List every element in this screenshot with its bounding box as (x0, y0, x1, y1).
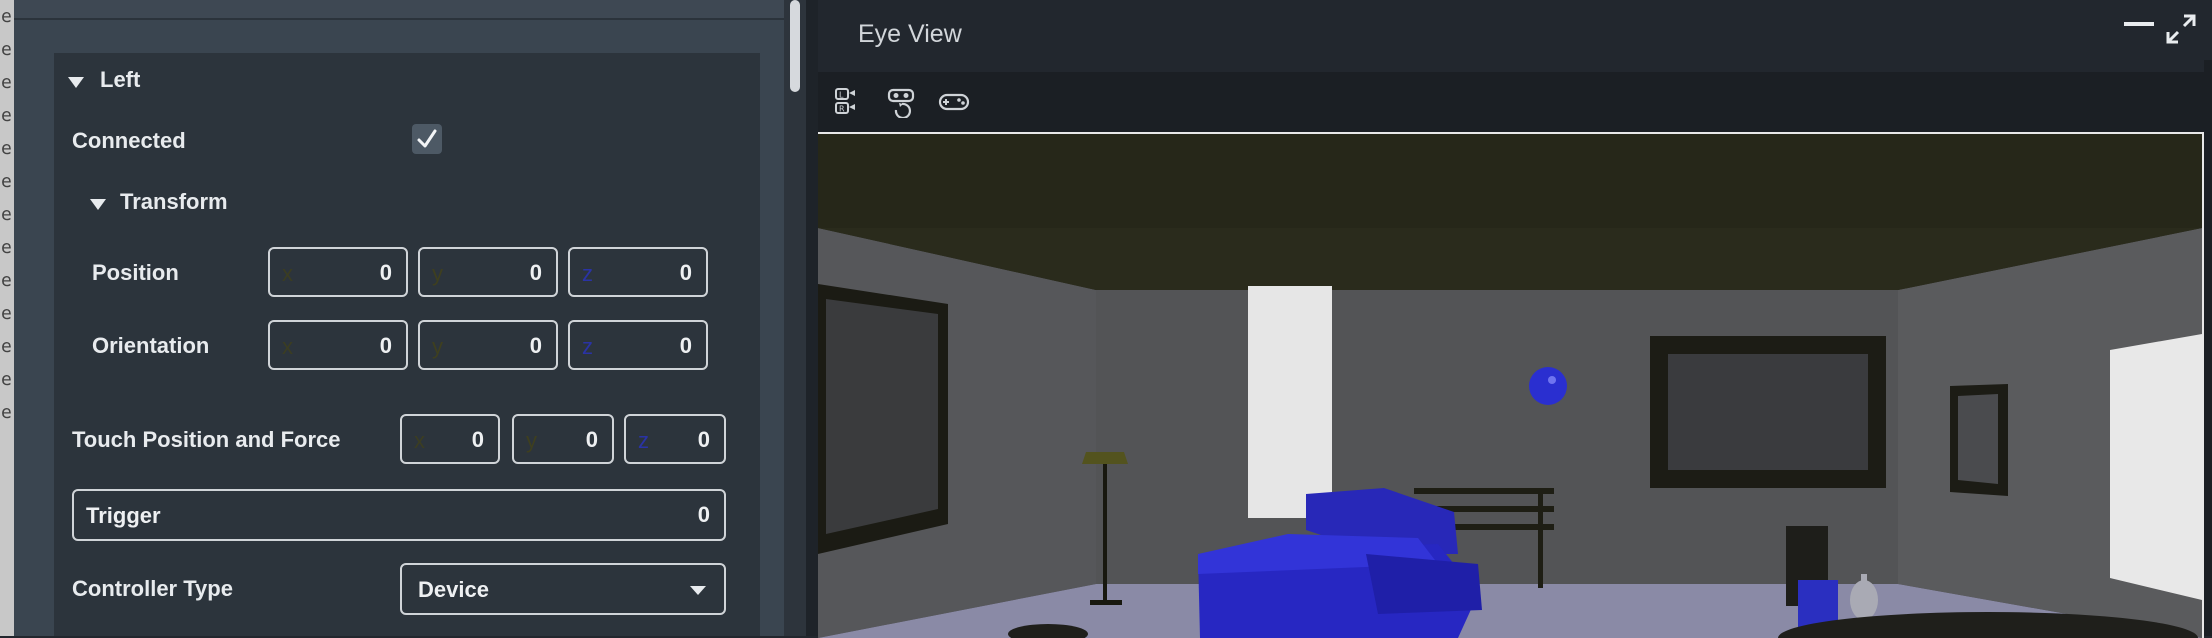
svg-text:R: R (839, 105, 845, 114)
gutter-char: e (1, 336, 12, 357)
scene-render (818, 134, 2202, 638)
orientation-label: Orientation (92, 333, 210, 358)
orientation-z-field[interactable]: z 0 (568, 320, 708, 370)
position-z-field[interactable]: z 0 (568, 247, 708, 297)
eye-view-viewport[interactable] (818, 132, 2204, 638)
inspector-scrollbar[interactable] (784, 0, 806, 636)
orientation-x-value: 0 (379, 333, 392, 358)
controller-type-select[interactable]: Device (400, 563, 726, 615)
gutter-char: e (1, 171, 12, 192)
svg-text:L: L (839, 91, 844, 100)
left-right-camera-icon[interactable]: L R (832, 86, 864, 118)
axis-y-label: y (526, 428, 537, 453)
axis-z-label: z (638, 428, 649, 453)
trigger-label: Trigger (86, 503, 161, 528)
controller-section: Left Connected Transform Position x 0 y … (54, 53, 760, 636)
axis-y-label: y (432, 334, 443, 359)
gutter-char: e (1, 303, 12, 324)
touch-z-field[interactable]: z 0 (624, 414, 726, 464)
gamepad-icon[interactable] (938, 86, 970, 118)
window-glass (1248, 286, 1332, 518)
orientation-z-value: 0 (679, 333, 692, 358)
eye-view-panel: Eye View L R (818, 0, 2212, 638)
expand-icon[interactable] (2166, 14, 2196, 44)
viewport-scrollbar[interactable] (2204, 60, 2212, 636)
transform-collapse-icon[interactable] (90, 199, 106, 210)
touch-z-value: 0 (697, 427, 710, 452)
position-x-field[interactable]: x 0 (268, 247, 408, 297)
section-title[interactable]: Left (100, 67, 140, 93)
minimize-icon[interactable] (2124, 22, 2154, 26)
touch-x-field[interactable]: x 0 (400, 414, 500, 464)
chevron-down-icon (690, 586, 706, 595)
position-y-value: 0 (529, 260, 542, 285)
position-x-value: 0 (379, 260, 392, 285)
axis-x-label: x (282, 261, 293, 286)
position-label: Position (92, 260, 179, 285)
gutter-char: e (1, 402, 12, 423)
position-y-field[interactable]: y 0 (418, 247, 558, 297)
eye-view-title: Eye View (858, 20, 962, 48)
inspector-panel: Left Connected Transform Position x 0 y … (14, 0, 784, 636)
axis-x-label: x (282, 334, 293, 359)
axis-y-label: y (432, 261, 443, 286)
transform-title[interactable]: Transform (120, 189, 228, 215)
touch-y-field[interactable]: y 0 (512, 414, 614, 464)
collapse-triangle-icon[interactable] (68, 77, 84, 88)
gutter-char: e (1, 138, 12, 159)
connected-label: Connected (72, 128, 186, 153)
gutter-char: e (1, 105, 12, 126)
axis-z-label: z (582, 261, 593, 286)
gutter-char: e (1, 6, 12, 27)
orientation-x-field[interactable]: x 0 (268, 320, 408, 370)
gutter-char: e (1, 369, 12, 390)
axis-x-label: x (414, 428, 425, 453)
editor-gutter: eeeeeeeeeeeee (0, 0, 14, 636)
eye-view-toolbar: L R (818, 72, 2212, 132)
trigger-field[interactable]: Trigger 0 (72, 489, 726, 541)
scroll-thumb[interactable] (790, 0, 800, 92)
gutter-char: e (1, 270, 12, 291)
touch-x-value: 0 (471, 427, 484, 452)
checkmark-icon (417, 129, 437, 148)
eye-view-header: Eye View (818, 0, 2212, 72)
controller-type-value: Device (418, 577, 489, 602)
orientation-y-value: 0 (529, 333, 542, 358)
gutter-char: e (1, 237, 12, 258)
position-z-value: 0 (679, 260, 692, 285)
touch-y-value: 0 (585, 427, 598, 452)
gutter-char: e (1, 204, 12, 225)
axis-z-label: z (582, 334, 593, 359)
gutter-char: e (1, 72, 12, 93)
connected-checkbox[interactable] (412, 124, 442, 154)
gutter-char: e (1, 39, 12, 60)
vr-headset-reset-icon[interactable] (886, 86, 918, 118)
controller-type-label: Controller Type (72, 576, 233, 601)
panel-divider[interactable] (806, 0, 818, 636)
inspector-header (14, 0, 784, 20)
touch-label: Touch Position and Force (72, 427, 341, 452)
trigger-value: 0 (697, 502, 710, 527)
orientation-y-field[interactable]: y 0 (418, 320, 558, 370)
